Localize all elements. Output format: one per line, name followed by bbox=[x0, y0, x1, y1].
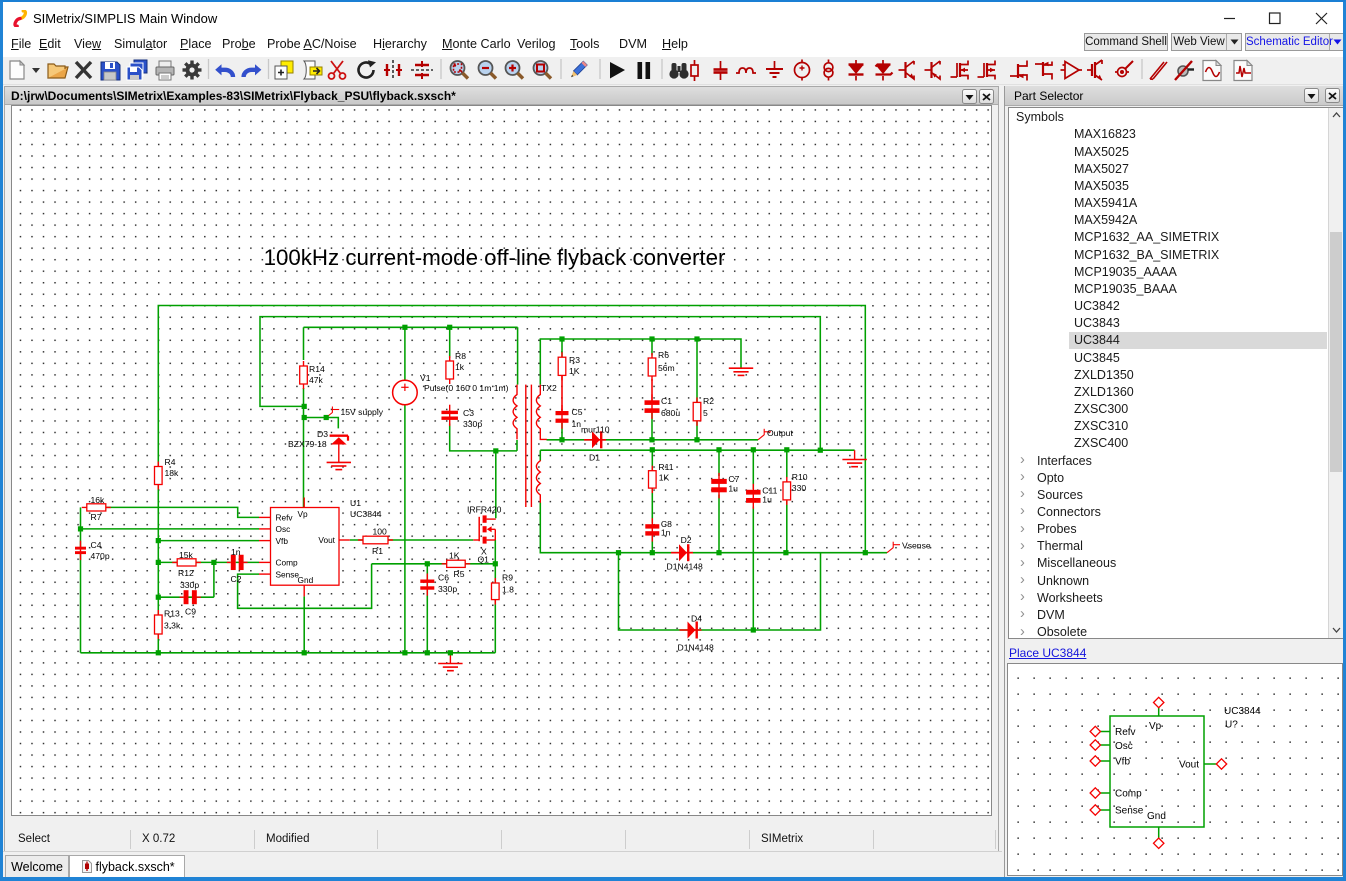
svg-text:R12: R12 bbox=[178, 568, 194, 578]
svg-text:C9: C9 bbox=[185, 607, 196, 617]
svg-text:470p: 470p bbox=[91, 551, 110, 561]
svg-text:UC3844: UC3844 bbox=[1224, 706, 1261, 717]
svg-text:R5: R5 bbox=[454, 569, 465, 579]
svg-text:R14: R14 bbox=[309, 364, 325, 374]
svg-text:Sense: Sense bbox=[1115, 806, 1144, 817]
svg-text:R13: R13 bbox=[164, 609, 180, 619]
svg-text:Vout: Vout bbox=[318, 535, 335, 545]
svg-text:3.3k: 3.3k bbox=[164, 621, 181, 631]
svg-text:Vp: Vp bbox=[298, 509, 309, 519]
svg-text:1K: 1K bbox=[449, 551, 460, 561]
svg-text:R9: R9 bbox=[502, 573, 513, 583]
svg-text:C1: C1 bbox=[661, 396, 672, 406]
svg-text:1n: 1n bbox=[231, 547, 241, 557]
svg-text:mur110: mur110 bbox=[581, 425, 610, 435]
svg-text:Refv: Refv bbox=[1115, 727, 1136, 738]
svg-text:R10: R10 bbox=[792, 472, 808, 482]
svg-text:Vfb: Vfb bbox=[1115, 757, 1130, 768]
svg-text:R4: R4 bbox=[165, 457, 176, 467]
svg-text:U1: U1 bbox=[350, 498, 361, 508]
svg-text:Sense: Sense bbox=[276, 569, 300, 579]
svg-text:R1: R1 bbox=[372, 546, 383, 556]
svg-text:Vfb: Vfb bbox=[276, 536, 289, 546]
svg-text:330: 330 bbox=[792, 483, 807, 493]
svg-text:18k: 18k bbox=[165, 468, 180, 478]
svg-text:Q1: Q1 bbox=[478, 555, 490, 565]
svg-text:R8: R8 bbox=[455, 351, 466, 361]
svg-text:C4: C4 bbox=[91, 540, 102, 550]
svg-text:UC3844: UC3844 bbox=[350, 509, 382, 519]
svg-text:BZX79-18: BZX79-18 bbox=[288, 439, 327, 449]
svg-text:V1: V1 bbox=[420, 373, 431, 383]
svg-text:1.8: 1.8 bbox=[502, 585, 514, 595]
svg-text:330p: 330p bbox=[438, 584, 457, 594]
svg-text:1n: 1n bbox=[661, 528, 671, 538]
svg-text:56m: 56m bbox=[658, 363, 675, 373]
svg-text:100kHz current-mode off-line f: 100kHz current-mode off-line flyback con… bbox=[264, 245, 726, 270]
svg-text:R2: R2 bbox=[703, 396, 714, 406]
svg-text:Osc: Osc bbox=[276, 524, 291, 534]
svg-text:16k: 16k bbox=[91, 495, 106, 505]
svg-text:680u: 680u bbox=[661, 408, 680, 418]
svg-text:Output: Output bbox=[767, 428, 793, 438]
svg-text:C7: C7 bbox=[728, 474, 739, 484]
svg-text:1u: 1u bbox=[728, 484, 738, 494]
svg-text:15V supply: 15V supply bbox=[341, 407, 384, 417]
svg-text:1K: 1K bbox=[659, 473, 670, 483]
svg-text:Osc: Osc bbox=[1115, 741, 1133, 752]
svg-text:D2: D2 bbox=[681, 535, 692, 545]
svg-text:Vp: Vp bbox=[1149, 721, 1162, 732]
svg-text:C5: C5 bbox=[572, 407, 583, 417]
svg-text:D1N4148: D1N4148 bbox=[667, 562, 704, 572]
svg-text:R6: R6 bbox=[658, 350, 669, 360]
svg-text:47k: 47k bbox=[309, 375, 324, 385]
svg-text:Comp: Comp bbox=[276, 558, 299, 568]
svg-text:IRFR420: IRFR420 bbox=[467, 505, 502, 515]
svg-text:D1N4148: D1N4148 bbox=[678, 643, 715, 653]
svg-text:1K: 1K bbox=[569, 366, 580, 376]
svg-text:5: 5 bbox=[703, 408, 708, 418]
svg-text:C6: C6 bbox=[438, 573, 449, 583]
svg-text:R11: R11 bbox=[658, 462, 673, 472]
svg-text:R3: R3 bbox=[569, 355, 580, 365]
svg-text:D4: D4 bbox=[691, 614, 702, 624]
svg-text:1n: 1n bbox=[572, 419, 582, 429]
svg-text:TX2: TX2 bbox=[541, 383, 557, 393]
svg-text:D3: D3 bbox=[317, 429, 328, 439]
svg-text:U?: U? bbox=[1225, 720, 1238, 731]
svg-text:Refv: Refv bbox=[276, 513, 294, 523]
svg-text:Gnd: Gnd bbox=[1147, 811, 1166, 822]
svg-text:100: 100 bbox=[373, 527, 388, 537]
svg-text:Comp: Comp bbox=[1115, 789, 1142, 800]
svg-text:1u: 1u bbox=[762, 495, 772, 505]
svg-text:C3: C3 bbox=[463, 408, 474, 418]
svg-text:15k: 15k bbox=[179, 550, 194, 560]
svg-text:R7: R7 bbox=[91, 512, 102, 522]
svg-text:1k: 1k bbox=[455, 362, 465, 372]
svg-text:330p: 330p bbox=[180, 580, 199, 590]
svg-text:C2: C2 bbox=[231, 574, 242, 584]
svg-text:330p: 330p bbox=[463, 419, 482, 429]
svg-text:Gnd: Gnd bbox=[298, 575, 314, 585]
svg-text:D1: D1 bbox=[589, 453, 600, 463]
svg-text:Vsense: Vsense bbox=[902, 541, 931, 551]
svg-text:Vout: Vout bbox=[1179, 760, 1199, 771]
svg-text:Pulse(0 160 0 1m 1m): Pulse(0 160 0 1m 1m) bbox=[424, 383, 509, 393]
